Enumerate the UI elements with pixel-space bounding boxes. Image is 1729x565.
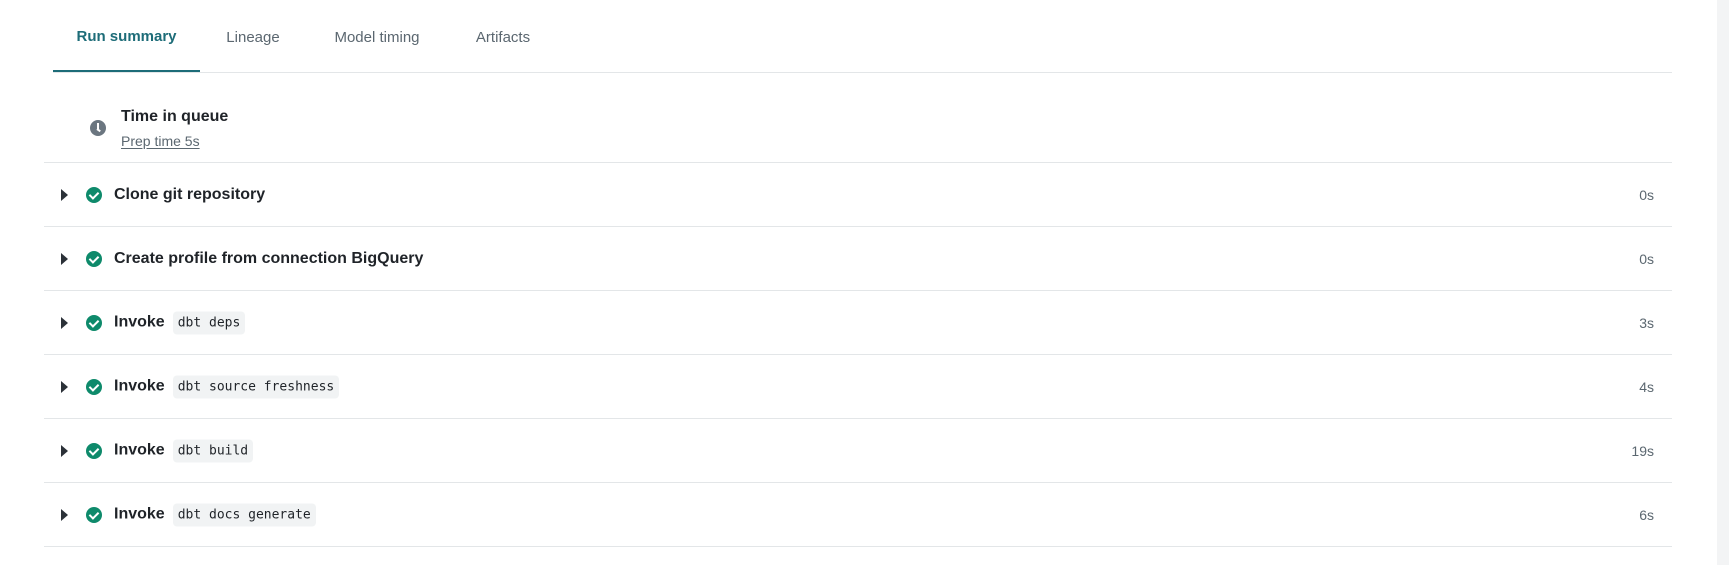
clock-icon (90, 120, 106, 136)
success-check-icon (86, 506, 102, 523)
tab-lineage[interactable]: Lineage (200, 0, 306, 72)
step-title: Invoke (114, 441, 165, 459)
step-row-dbt-deps[interactable]: Invoke dbt deps 3s (44, 291, 1672, 355)
step-row-clone-git[interactable]: Clone git repository 0s (44, 163, 1672, 227)
expand-caret-icon[interactable] (61, 380, 68, 393)
step-duration: 0s (1639, 250, 1654, 267)
tab-run-summary[interactable]: Run summary (53, 0, 200, 72)
step-label: Invoke dbt docs generate (114, 503, 316, 526)
success-check-icon (86, 442, 102, 459)
tab-bar: Run summary Lineage Model timing Artifac… (53, 0, 1672, 73)
step-label: Invoke dbt source freshness (114, 375, 340, 398)
expand-caret-icon[interactable] (61, 316, 68, 329)
tab-artifacts[interactable]: Artifacts (448, 0, 558, 72)
step-row-create-profile[interactable]: Create profile from connection BigQuery … (44, 227, 1672, 291)
queue-section: Time in queue Prep time 5s (44, 72, 1672, 163)
step-title: Invoke (114, 377, 165, 395)
step-command: dbt docs generate (172, 503, 316, 526)
step-title: Invoke (114, 505, 165, 523)
run-details-page: Run summary Lineage Model timing Artifac… (0, 0, 1729, 565)
success-check-icon (86, 250, 102, 267)
success-check-icon (86, 378, 102, 395)
expand-caret-icon[interactable] (61, 188, 68, 201)
success-check-icon (86, 314, 102, 331)
run-steps-list: Clone git repository 0s Create profile f… (44, 163, 1672, 547)
step-row-dbt-build[interactable]: Invoke dbt build 19s (44, 419, 1672, 483)
expand-caret-icon[interactable] (61, 444, 68, 457)
step-label: Clone git repository (114, 186, 273, 204)
step-command: dbt source freshness (172, 375, 340, 398)
step-title: Invoke (114, 313, 165, 331)
step-duration: 0s (1639, 186, 1654, 203)
step-label: Invoke dbt deps (114, 311, 246, 334)
step-command: dbt deps (172, 311, 246, 334)
scrollbar-track[interactable] (1717, 0, 1729, 565)
tab-model-timing[interactable]: Model timing (306, 0, 448, 72)
step-title: Clone git repository (114, 185, 266, 203)
prep-time-link[interactable]: Prep time 5s (121, 133, 200, 149)
step-duration: 6s (1639, 506, 1654, 523)
step-command: dbt build (172, 439, 254, 462)
expand-caret-icon[interactable] (61, 508, 68, 521)
step-title: Create profile from connection BigQuery (114, 249, 424, 267)
step-row-dbt-docs-generate[interactable]: Invoke dbt docs generate 6s (44, 483, 1672, 547)
step-duration: 4s (1639, 378, 1654, 395)
step-duration: 3s (1639, 314, 1654, 331)
success-check-icon (86, 186, 102, 203)
queue-title: Time in queue (121, 108, 229, 125)
step-row-dbt-source-freshness[interactable]: Invoke dbt source freshness 4s (44, 355, 1672, 419)
step-label: Invoke dbt build (114, 439, 254, 462)
step-duration: 19s (1631, 442, 1654, 459)
step-label: Create profile from connection BigQuery (114, 250, 431, 268)
expand-caret-icon[interactable] (61, 252, 68, 265)
